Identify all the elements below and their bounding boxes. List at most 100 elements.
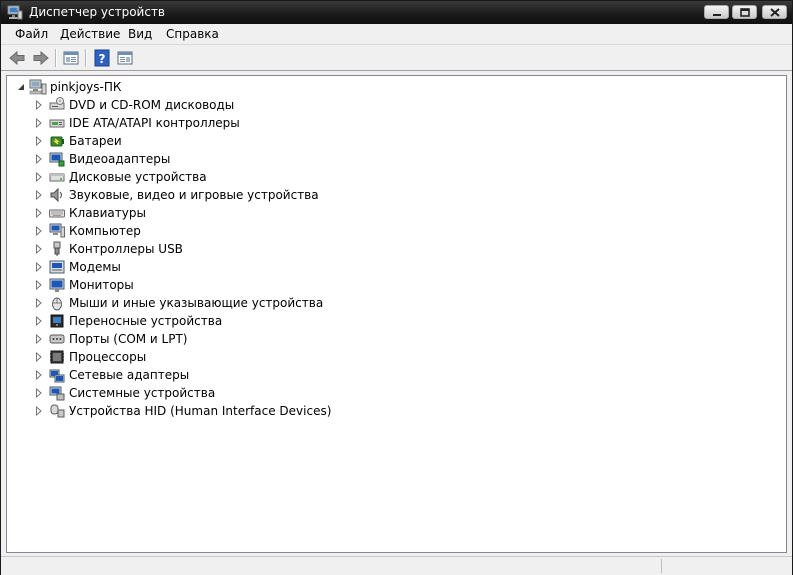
- collapsed-arrow-icon[interactable]: [35, 334, 43, 344]
- port-icon: [49, 331, 65, 347]
- collapsed-arrow-icon[interactable]: [35, 352, 43, 362]
- menu-action[interactable]: Действие: [58, 26, 122, 42]
- toolbar-separator: [55, 49, 57, 67]
- properties-pane-icon: [63, 51, 79, 65]
- close-button[interactable]: [762, 5, 787, 19]
- tree-node-label: Видеоадаптеры: [69, 152, 171, 166]
- ide-controller-icon: [49, 115, 65, 131]
- tree-node[interactable]: Модемы: [35, 258, 355, 276]
- back-button[interactable]: [7, 48, 27, 68]
- tree-node-label: Системные устройства: [69, 386, 216, 400]
- tree-root-label: pinkjoys-ПК: [50, 80, 122, 94]
- collapsed-arrow-icon[interactable]: [35, 262, 43, 272]
- collapsed-arrow-icon[interactable]: [35, 226, 43, 236]
- tree-node-label: Клавиатуры: [69, 206, 146, 220]
- tree-node[interactable]: Устройства HID (Human Interface Devices): [35, 402, 355, 420]
- tree-node[interactable]: Процессоры: [35, 348, 355, 366]
- toolbar: ?: [1, 44, 792, 71]
- title-bar[interactable]: Диспетчер устройств: [1, 1, 792, 24]
- tree-node-label: IDE ATA/ATAPI контроллеры: [69, 116, 240, 130]
- tree-node-label: Мыши и иные указывающие устройства: [69, 296, 324, 310]
- tree-node[interactable]: Переносные устройства: [35, 312, 355, 330]
- collapsed-arrow-icon[interactable]: [35, 406, 43, 416]
- help-button[interactable]: ?: [92, 48, 112, 68]
- menu-help[interactable]: Справка: [164, 26, 221, 42]
- computer-icon: [49, 223, 65, 239]
- tree-node[interactable]: Мыши и иные указывающие устройства: [35, 294, 355, 312]
- properties-pane-button[interactable]: [61, 48, 81, 68]
- minimize-icon: [713, 14, 721, 16]
- status-separator: [661, 559, 662, 573]
- tree-node-label: Батареи: [69, 134, 122, 148]
- tree-node-label: Порты (COM и LPT): [69, 332, 188, 346]
- battery-icon: [49, 133, 65, 149]
- tree-node-label: Звуковые, видео и игровые устройства: [69, 188, 319, 202]
- tree-node[interactable]: Контроллеры USB: [35, 240, 355, 258]
- menu-bar: Файл Действие Вид Справка: [1, 24, 792, 44]
- back-icon: [9, 50, 25, 66]
- collapsed-arrow-icon[interactable]: [35, 208, 43, 218]
- tree-node[interactable]: Компьютер: [35, 222, 355, 240]
- disk-drive-icon: [49, 169, 65, 185]
- tree-node[interactable]: Мониторы: [35, 276, 355, 294]
- collapsed-arrow-icon[interactable]: [35, 298, 43, 308]
- collapsed-arrow-icon[interactable]: [35, 190, 43, 200]
- tree-node-label: DVD и CD-ROM дисководы: [69, 98, 235, 112]
- collapsed-arrow-icon[interactable]: [35, 100, 43, 110]
- computer-icon: [29, 79, 47, 95]
- tree-node[interactable]: Системные устройства: [35, 384, 355, 402]
- collapsed-arrow-icon[interactable]: [35, 280, 43, 290]
- tree-node-label: Компьютер: [69, 224, 141, 238]
- scan-hardware-icon: [117, 51, 133, 65]
- help-icon: ?: [94, 49, 110, 67]
- tree-node[interactable]: Батареи: [35, 132, 355, 150]
- collapsed-arrow-icon[interactable]: [35, 154, 43, 164]
- collapsed-arrow-icon[interactable]: [35, 388, 43, 398]
- collapsed-arrow-icon[interactable]: [35, 172, 43, 182]
- maximize-button[interactable]: [732, 5, 757, 19]
- portable-device-icon: [49, 313, 65, 329]
- tree-node[interactable]: DVD и CD-ROM дисководы: [35, 96, 355, 114]
- forward-button[interactable]: [31, 48, 51, 68]
- hid-icon: [49, 403, 65, 419]
- collapsed-arrow-icon[interactable]: [35, 136, 43, 146]
- tree-node[interactable]: Клавиатуры: [35, 204, 355, 222]
- minimize-button[interactable]: [704, 5, 729, 19]
- collapsed-arrow-icon[interactable]: [35, 244, 43, 254]
- status-bar: [1, 556, 792, 575]
- sound-icon: [49, 187, 65, 203]
- forward-icon: [33, 50, 49, 66]
- tree-node-label: Модемы: [69, 260, 121, 274]
- menu-file[interactable]: Файл: [13, 26, 50, 42]
- collapsed-arrow-icon[interactable]: [35, 118, 43, 128]
- monitor-icon: [49, 277, 65, 293]
- expanded-arrow-icon[interactable]: [17, 83, 25, 93]
- scan-hardware-button[interactable]: [115, 48, 135, 68]
- tree-node[interactable]: Видеоадаптеры: [35, 150, 355, 168]
- tree-node[interactable]: IDE ATA/ATAPI контроллеры: [35, 114, 355, 132]
- network-adapter-icon: [49, 367, 65, 383]
- device-manager-window: Диспетчер устройств Файл Действие Вид Сп…: [0, 0, 793, 575]
- collapsed-arrow-icon[interactable]: [35, 370, 43, 380]
- window-title: Диспетчер устройств: [29, 5, 166, 19]
- modem-icon: [49, 259, 65, 275]
- maximize-icon: [740, 8, 750, 17]
- tree-node-label: Контроллеры USB: [69, 242, 183, 256]
- usb-icon: [49, 241, 65, 257]
- device-manager-icon: [7, 5, 23, 20]
- tree-node-label: Мониторы: [69, 278, 134, 292]
- tree-node[interactable]: Дисковые устройства: [35, 168, 355, 186]
- toolbar-separator: [85, 49, 87, 67]
- collapsed-arrow-icon[interactable]: [35, 316, 43, 326]
- menu-view[interactable]: Вид: [126, 26, 154, 42]
- tree-node-label: Переносные устройства: [69, 314, 223, 328]
- svg-text:?: ?: [99, 52, 106, 66]
- tree-node-label: Процессоры: [69, 350, 147, 364]
- tree-root-node[interactable]: pinkjoys-ПК: [15, 78, 315, 96]
- close-icon: [770, 8, 780, 17]
- tree-node-label: Устройства HID (Human Interface Devices): [69, 404, 332, 418]
- device-tree[interactable]: pinkjoys-ПК DVD и CD-ROM дисководы IDE AT…: [6, 75, 787, 553]
- tree-node[interactable]: Звуковые, видео и игровые устройства: [35, 186, 355, 204]
- tree-node[interactable]: Сетевые адаптеры: [35, 366, 355, 384]
- tree-node[interactable]: Порты (COM и LPT): [35, 330, 355, 348]
